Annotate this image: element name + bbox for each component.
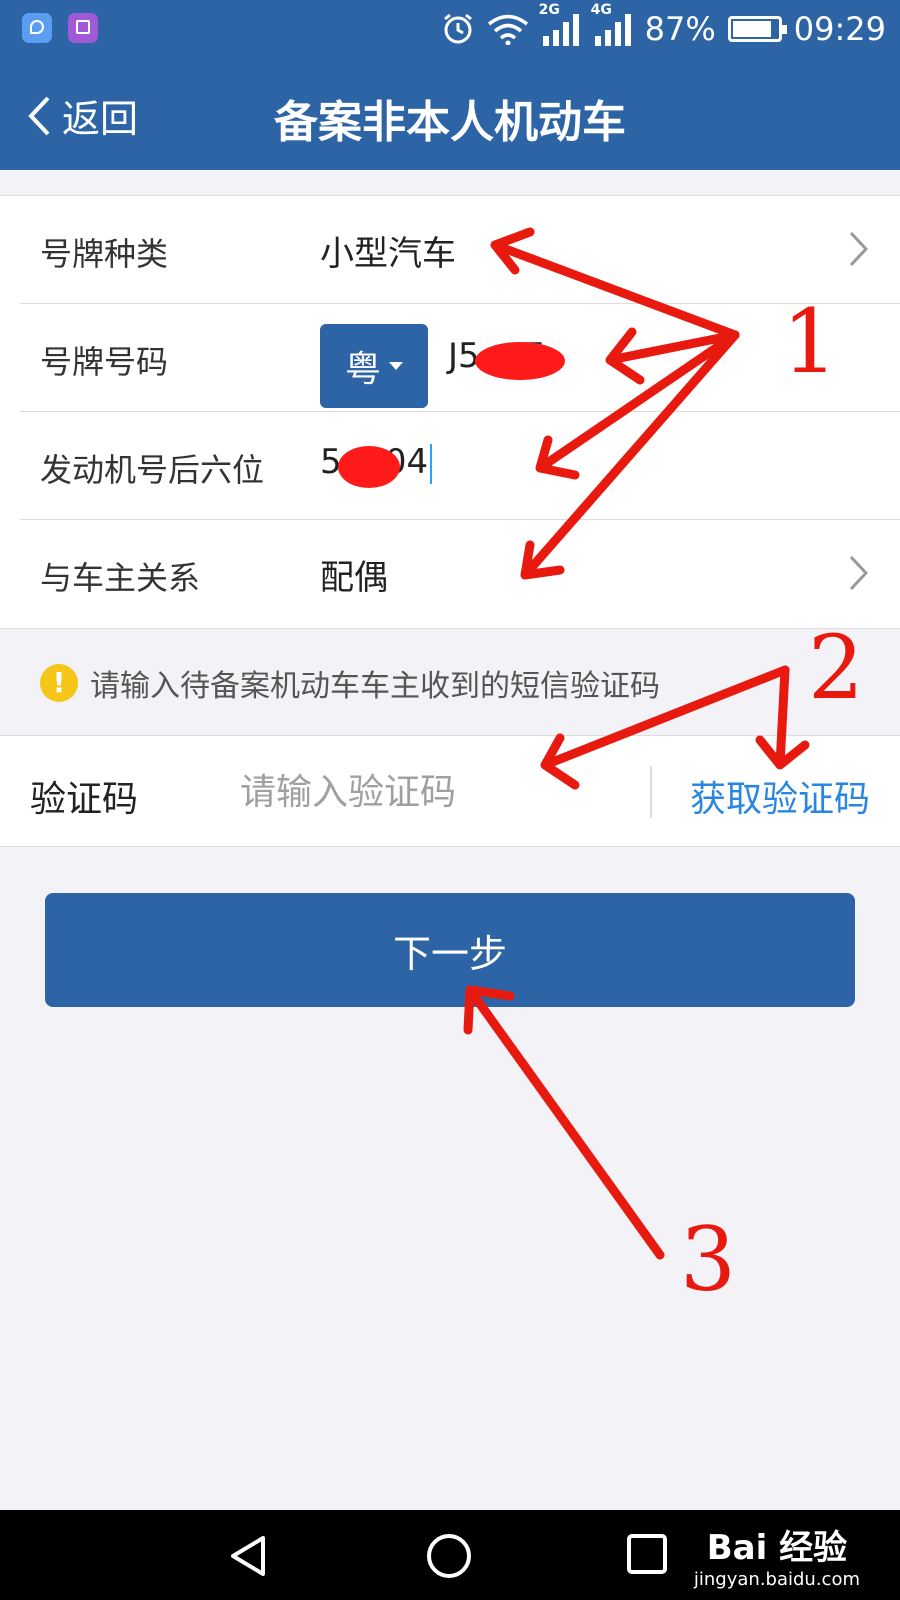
text-cursor [430,443,433,484]
battery-fill [732,21,772,37]
battery-icon [727,16,787,42]
watermark-logo: Bai 经验 [706,1528,848,1568]
battery-percent: 87% [644,10,716,48]
gallery-app-icon [68,13,98,43]
plate-type-row[interactable]: 号牌种类 小型汽车 [20,196,900,304]
chevron-right-icon [848,554,870,596]
baidu-watermark: Bai 经验 jingyan.baidu.com [694,1520,860,1590]
status-bar: 2G 4G 87% 09:29 [0,0,900,62]
get-code-button[interactable]: 获取验证码 [690,770,870,822]
alarm-icon [441,12,475,46]
nav-recents-icon[interactable] [625,1532,669,1580]
annotation-number-1: 1 [782,290,838,393]
nav-home-icon[interactable] [425,1532,473,1584]
province-select[interactable]: 粤 [320,324,428,408]
page-title: 备案非本人机动车 [274,97,626,148]
annotation-number-3: 3 [680,1208,736,1311]
plate-type-value: 小型汽车 [320,234,456,274]
network-4g-label: 4G [590,2,612,18]
hint-text: 请输入待备案机动车车主收到的短信验证码 [90,668,660,704]
wifi-icon [487,13,529,45]
redaction-scribble [338,446,400,488]
nav-bar: 返回 备案非本人机动车 [0,62,900,170]
signal-2g-icon: 2G [539,2,581,46]
plate-number-label: 号牌号码 [40,343,169,381]
arrow-to-next [463,985,665,1260]
divider [650,766,652,818]
nav-back-icon[interactable] [225,1532,273,1584]
status-time: 09:29 [793,10,886,48]
engine-label: 发动机号后六位 [40,451,265,489]
redaction-scribble [475,342,565,380]
relation-value: 配偶 [320,558,388,598]
status-icons: 2G 4G 87% 09:29 [441,2,886,48]
annotation-number-2: 2 [808,616,864,719]
vehicle-form: 号牌种类 小型汽车 号牌号码 粤 J5 7 发动机号后六位 5 04 与车主关系… [0,195,900,629]
plate-type-label: 号牌种类 [40,235,169,273]
province-value: 粤 [344,349,381,390]
location-app-icon [22,13,52,43]
network-2g-label: 2G [538,2,560,18]
plate-number-row: 号牌号码 粤 J5 7 [20,304,900,412]
verify-code-label: 验证码 [30,779,139,820]
relation-row[interactable]: 与车主关系 配偶 [20,520,900,628]
relation-label: 与车主关系 [40,559,201,597]
verify-code-input[interactable] [240,762,620,822]
warning-icon: ! [40,663,78,702]
engine-row: 发动机号后六位 5 04 [20,412,900,520]
system-nav-bar: Bai 经验 jingyan.baidu.com [0,1510,900,1600]
chevron-right-icon [848,230,870,272]
next-step-button[interactable]: 下一步 [45,893,855,1007]
signal-4g-icon: 4G [591,2,633,46]
watermark-url: jingyan.baidu.com [693,1569,860,1590]
verify-code-bar: 验证码 获取验证码 [0,735,900,847]
caret-down-icon [389,362,403,370]
sms-hint: ! 请输入待备案机动车车主收到的短信验证码 [0,630,900,735]
